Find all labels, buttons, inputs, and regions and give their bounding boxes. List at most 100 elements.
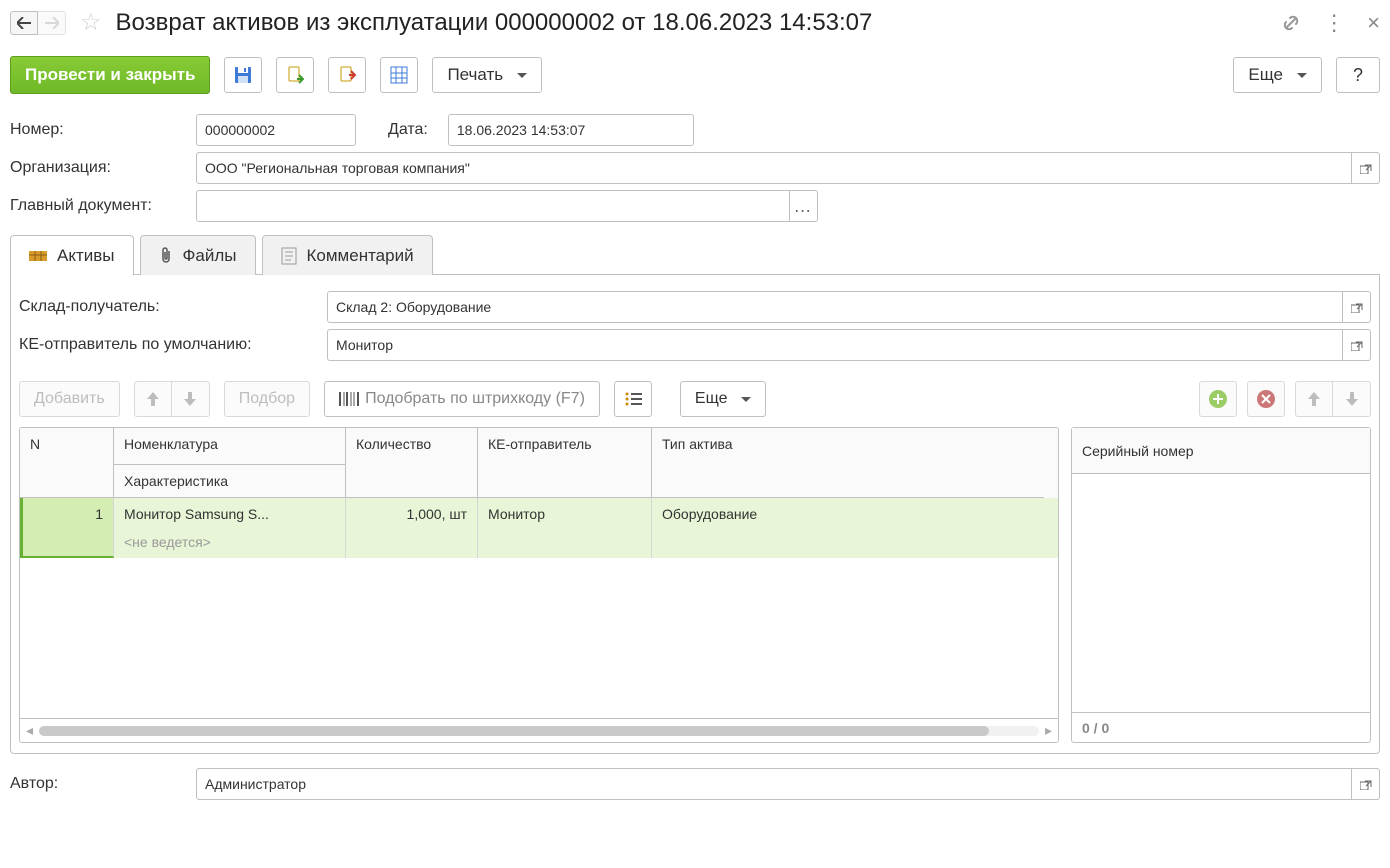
col-ke-sender[interactable]: КЕ-отправитель [478, 428, 652, 498]
warehouse-open-button[interactable] [1343, 291, 1371, 323]
move-up-button[interactable] [134, 381, 172, 417]
h-scrollbar[interactable]: ◂ ▸ [20, 718, 1058, 742]
cell-nomenclature: Монитор Samsung S... [124, 506, 335, 534]
panel-assets: Склад-получатель: Склад 2: Оборудование … [10, 275, 1380, 754]
arrow-down-icon [1346, 392, 1358, 406]
number-value: 000000002 [205, 122, 275, 138]
x-circle-icon [1256, 389, 1276, 409]
paperclip-icon [159, 247, 173, 265]
unpost-button[interactable] [328, 57, 366, 93]
row-ke-sender: КЕ-отправитель по умолчанию: Монитор [19, 329, 1371, 361]
scroll-left-icon: ◂ [26, 722, 33, 739]
submit-and-close-button[interactable]: Провести и закрыть [10, 56, 210, 94]
main-document-label: Главный документ: [10, 197, 184, 215]
organization-label: Организация: [10, 159, 184, 177]
open-icon [1351, 339, 1363, 351]
title-right-controls: ⋮ × [1281, 10, 1380, 36]
author-label: Автор: [10, 775, 184, 793]
scroll-right-icon: ▸ [1045, 722, 1052, 739]
tables-area: N Номенклатура Характеристика Количество… [19, 427, 1371, 743]
organization-field[interactable]: ООО "Региональная торговая компания" [196, 152, 1352, 184]
tab-assets-label: Активы [57, 246, 115, 266]
tab-comment[interactable]: Комментарий [262, 235, 433, 275]
ke-sender-open-button[interactable] [1343, 329, 1371, 361]
inner-toolbars-row: Добавить Подбор Подобрать по штрихкоду (… [19, 367, 1371, 427]
movements-button[interactable] [380, 57, 418, 93]
assets-more-label: Еще [695, 390, 728, 408]
link-icon[interactable] [1281, 13, 1301, 33]
add-row-button[interactable]: Добавить [19, 381, 120, 417]
list-icon [624, 392, 642, 406]
favorite-star-icon[interactable]: ☆ [80, 11, 102, 35]
serials-delete-button[interactable] [1247, 381, 1285, 417]
table-row[interactable]: 1 Монитор Samsung S... <не ведется> 1,00… [20, 498, 1058, 558]
row-number-date: Номер: 000000002 Дата: 18.06.2023 14:53:… [10, 114, 1380, 146]
author-open-button[interactable] [1352, 768, 1380, 800]
document-down-icon [286, 66, 304, 84]
row-organization: Организация: ООО "Региональная торговая … [10, 152, 1380, 184]
tab-files[interactable]: Файлы [140, 235, 256, 275]
main-document-more-button[interactable]: … [790, 190, 818, 222]
ke-sender-value: Монитор [336, 337, 393, 353]
help-button[interactable]: ? [1336, 57, 1380, 93]
assets-more-button[interactable]: Еще [680, 381, 767, 417]
print-button[interactable]: Печать [432, 57, 542, 93]
title-bar: ☆ Возврат активов из эксплуатации 000000… [0, 0, 1390, 48]
arrow-right-icon [45, 17, 59, 29]
assets-toolbar: Добавить Подбор Подобрать по штрихкоду (… [19, 381, 1187, 417]
author-field[interactable]: Администратор [196, 768, 1352, 800]
kebab-menu-icon[interactable]: ⋮ [1323, 10, 1345, 36]
post-button[interactable] [276, 57, 314, 93]
add-row-label: Добавить [34, 390, 105, 408]
col-n[interactable]: N [20, 428, 114, 498]
cell-ke-sender: Монитор [478, 498, 652, 558]
floppy-icon [234, 66, 252, 84]
ke-sender-field-wrap: Монитор [327, 329, 1371, 361]
tab-comment-label: Комментарий [307, 246, 414, 266]
more-button[interactable]: Еще [1233, 57, 1322, 93]
row-author: Автор: Администратор [0, 754, 1390, 800]
number-field[interactable]: 000000002 [196, 114, 356, 146]
col-quantity[interactable]: Количество [346, 428, 478, 498]
save-button[interactable] [224, 57, 262, 93]
row-warehouse: Склад-получатель: Склад 2: Оборудование [19, 291, 1371, 323]
serials-footer: 0 / 0 [1072, 712, 1370, 742]
open-icon [1351, 301, 1363, 313]
assets-table: N Номенклатура Характеристика Количество… [19, 427, 1059, 743]
nav-forward-button[interactable] [38, 11, 66, 35]
col-asset-type[interactable]: Тип актива [652, 428, 1044, 498]
document-up-icon [338, 66, 356, 84]
row-main-document: Главный документ: … [10, 190, 1380, 222]
h-scroll-thumb[interactable] [39, 726, 989, 736]
serials-header[interactable]: Серийный номер [1072, 428, 1370, 474]
nav-back-button[interactable] [10, 11, 38, 35]
organization-value: ООО "Региональная торговая компания" [205, 160, 470, 176]
print-label: Печать [447, 65, 503, 85]
toggle-list-button[interactable] [614, 381, 652, 417]
serials-add-button[interactable] [1199, 381, 1237, 417]
author-field-wrap: Администратор [196, 768, 1380, 800]
chevron-down-icon [1297, 73, 1307, 78]
date-value: 18.06.2023 14:53:07 [457, 122, 585, 138]
organization-open-button[interactable] [1352, 152, 1380, 184]
col-nomenclature: Номенклатура [114, 428, 345, 465]
warehouse-field-wrap: Склад 2: Оборудование [327, 291, 1371, 323]
warehouse-field[interactable]: Склад 2: Оборудование [327, 291, 1343, 323]
date-field[interactable]: 18.06.2023 14:53:07 [448, 114, 694, 146]
pick-button[interactable]: Подбор [224, 381, 310, 417]
plus-circle-icon [1208, 389, 1228, 409]
assets-table-header: N Номенклатура Характеристика Количество… [20, 428, 1058, 498]
pick-label: Подбор [239, 390, 295, 408]
move-down-button[interactable] [172, 381, 210, 417]
top-toolbar: Провести и закрыть Печать Еще ? [0, 48, 1390, 108]
ke-sender-field[interactable]: Монитор [327, 329, 1343, 361]
tab-assets[interactable]: Активы [10, 235, 134, 275]
cell-asset-type: Оборудование [652, 498, 1044, 558]
close-icon[interactable]: × [1367, 10, 1380, 36]
serials-move-up-button[interactable] [1295, 381, 1333, 417]
barcode-pick-button[interactable]: Подобрать по штрихкоду (F7) [324, 381, 600, 417]
serials-move-down-button[interactable] [1333, 381, 1371, 417]
col-nomenclature-group[interactable]: Номенклатура Характеристика [114, 428, 346, 498]
main-document-field[interactable] [196, 190, 790, 222]
organization-field-wrap: ООО "Региональная торговая компания" [196, 152, 1380, 184]
